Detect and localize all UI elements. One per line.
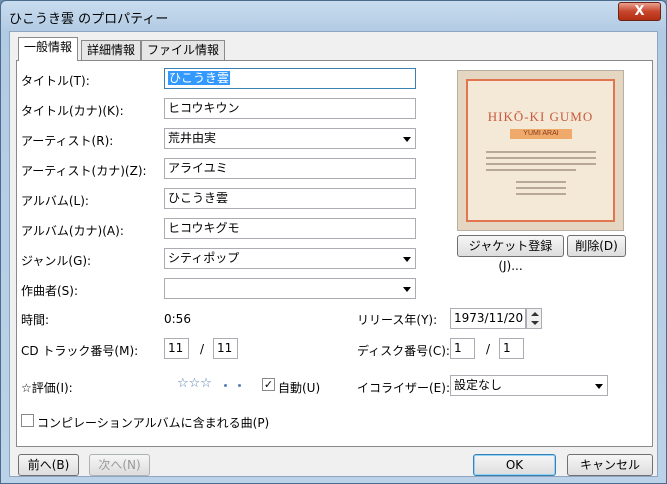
auto-rating-checkbox[interactable]: ✓ [262, 378, 275, 391]
jacket-delete-button[interactable]: 削除(D) [567, 235, 626, 257]
title-input[interactable]: ひこうき雲 [164, 68, 416, 89]
auto-rating-label: 自動(U) [278, 381, 321, 395]
track-total-input[interactable]: 11 [213, 338, 238, 359]
artist-kana-label: アーティスト(カナ)(Z): [21, 164, 147, 178]
release-date-input[interactable]: 1973/11/20 [450, 308, 526, 329]
general-panel: タイトル(T): タイトル(カナ)(K): アーティスト(R): アーティスト(… [16, 60, 653, 447]
disc-label: ディスク番号(C): [357, 344, 450, 358]
spin-up-icon[interactable] [531, 312, 539, 316]
jacket-text-line [486, 169, 576, 171]
jacket-text-line [516, 193, 566, 195]
chevron-down-icon[interactable] [595, 384, 603, 389]
next-button[interactable]: 次へ(N) [89, 454, 150, 476]
disc-number-input[interactable]: 1 [450, 338, 475, 359]
jacket-text-line [516, 187, 566, 189]
compilation-checkbox[interactable] [21, 414, 34, 427]
title-label: タイトル(T): [21, 74, 90, 88]
prev-button[interactable]: 前へ(B) [18, 454, 79, 476]
track-number-input[interactable]: 11 [164, 338, 189, 359]
chevron-down-icon[interactable] [403, 287, 411, 292]
artist-combo[interactable]: 荒井由実 [164, 128, 416, 149]
jacket-image: HIKŌ-KI GUMO YUMI ARAI [457, 70, 624, 231]
compilation-label: コンピレーションアルバムに含まれる曲(P) [37, 416, 270, 430]
composer-label: 作曲者(S): [21, 284, 79, 298]
jacket-text-line [486, 163, 596, 165]
album-input[interactable]: ひこうき雲 [164, 188, 416, 209]
release-label: リリース年(Y): [357, 313, 438, 327]
time-label: 時間: [21, 313, 50, 327]
jacket-art-artist: YUMI ARAI [510, 129, 572, 139]
rating-label: ☆評価(I): [21, 381, 73, 395]
jacket-text-line [486, 157, 596, 159]
artist-combo-value: 荒井由実 [168, 131, 217, 145]
window-title: ひこうき雲 のプロパティー [9, 12, 169, 27]
release-date-spinner[interactable] [526, 308, 542, 329]
track-label: CD トラック番号(M): [21, 344, 139, 358]
album-label: アルバム(L): [21, 194, 89, 208]
ok-button[interactable]: OK [473, 454, 556, 476]
disc-separator: / [486, 342, 491, 356]
title-kana-input[interactable]: ヒコウキウン [164, 98, 416, 119]
disc-total-input[interactable]: 1 [499, 338, 524, 359]
genre-combo-value: シティポップ [168, 251, 240, 265]
tab-file-info[interactable]: ファイル情報 [141, 40, 226, 60]
jacket-register-button[interactable]: ジャケット登録(J)... [457, 235, 564, 273]
spin-down-icon[interactable] [531, 321, 539, 325]
composer-combo[interactable] [164, 278, 416, 299]
track-separator: / [200, 342, 205, 356]
genre-combo[interactable]: シティポップ [164, 248, 416, 269]
equalizer-label: イコライザー(E): [357, 381, 450, 395]
equalizer-combo-value: 設定なし [454, 378, 503, 392]
genre-label: ジャンル(G): [21, 254, 92, 268]
jacket-art-title: HIKŌ-KI GUMO [487, 109, 594, 124]
title-kana-label: タイトル(カナ)(K): [21, 104, 124, 118]
time-value: 0:56 [164, 312, 191, 326]
title-bar[interactable]: ひこうき雲 のプロパティー X [1, 1, 666, 31]
rating-stars[interactable]: ☆☆☆ [177, 376, 212, 391]
rating-dot[interactable] [238, 384, 241, 387]
jacket-art-frame: HIKŌ-KI GUMO YUMI ARAI [466, 79, 615, 222]
tab-details[interactable]: 詳細情報 [81, 40, 142, 60]
chevron-down-icon[interactable] [403, 137, 411, 142]
equalizer-combo[interactable]: 設定なし [450, 375, 608, 396]
tab-general[interactable]: 一般情報 [18, 37, 79, 61]
artist-label: アーティスト(R): [21, 134, 114, 148]
close-button[interactable]: X [618, 2, 661, 21]
cancel-button[interactable]: キャンセル [567, 454, 653, 476]
jacket-text-line [486, 151, 596, 153]
album-kana-label: アルバム(カナ)(A): [21, 224, 124, 238]
properties-window: ひこうき雲 のプロパティー X 一般情報 詳細情報 ファイル情報 タイトル(T)… [0, 0, 667, 484]
album-kana-input[interactable]: ヒコウキグモ [164, 218, 416, 239]
jacket-text-line [516, 181, 566, 183]
rating-dot[interactable] [224, 384, 227, 387]
chevron-down-icon[interactable] [403, 257, 411, 262]
artist-kana-input[interactable]: アライユミ [164, 158, 416, 179]
title-input-value: ひこうき雲 [168, 71, 231, 85]
dialog-client: 一般情報 詳細情報 ファイル情報 タイトル(T): タイトル(カナ)(K): ア… [9, 31, 658, 477]
